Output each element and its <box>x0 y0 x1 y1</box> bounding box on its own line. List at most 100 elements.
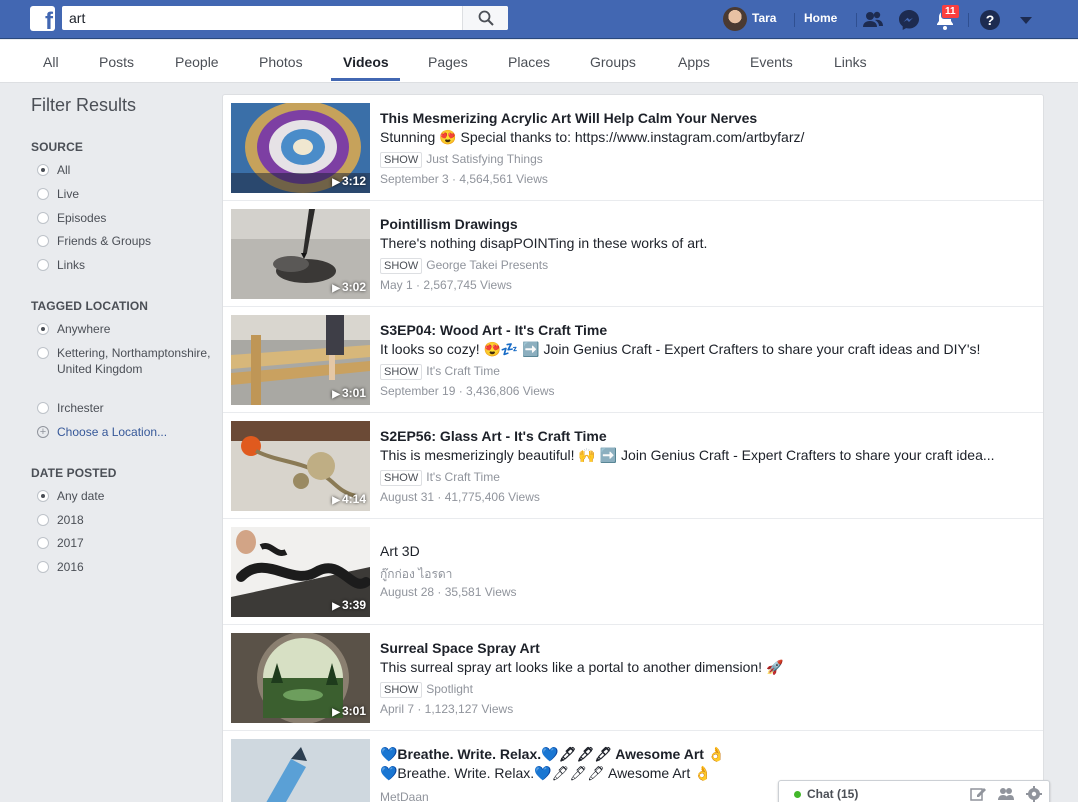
friend-requests-icon[interactable] <box>860 7 886 33</box>
profile-name-link[interactable]: Tara <box>752 11 776 25</box>
channel-name[interactable]: Just Satisfying Things <box>426 152 543 166</box>
video-title[interactable]: This Mesmerizing Acrylic Art Will Help C… <box>380 110 757 126</box>
filter-sidebar: Filter Results SOURCE All Live Episodes … <box>31 95 211 574</box>
list-item[interactable]: 3:01 Surreal Space Spray Art This surrea… <box>223 625 1043 731</box>
tagged-location-heading: TAGGED LOCATION <box>31 299 149 313</box>
video-thumbnail[interactable]: 3:39 <box>231 527 370 617</box>
radio-icon[interactable] <box>37 235 49 247</box>
search-button[interactable] <box>462 6 508 30</box>
video-duration: 3:01 <box>332 386 366 400</box>
tab-links[interactable]: Links <box>834 54 867 70</box>
video-duration: 3:12 <box>332 174 366 188</box>
filter-results-title: Filter Results <box>31 95 137 115</box>
video-description: Stunning 😍 Special thanks to: https://ww… <box>380 129 805 145</box>
video-results-list: 3:12 This Mesmerizing Acrylic Art Will H… <box>222 94 1044 802</box>
nav-divider <box>794 13 795 27</box>
online-status-dot <box>794 791 801 798</box>
video-title[interactable]: Surreal Space Spray Art <box>380 640 540 656</box>
radio-icon[interactable] <box>37 212 49 224</box>
date-posted-heading: DATE POSTED <box>31 466 117 480</box>
tab-events[interactable]: Events <box>750 54 793 70</box>
radio-icon[interactable] <box>37 347 49 359</box>
nav-divider <box>856 13 857 27</box>
radio-checked-icon[interactable] <box>37 164 49 176</box>
list-item[interactable]: 3:01 S3EP04: Wood Art - It's Craft Time … <box>223 307 1043 413</box>
video-title[interactable]: 💙Breathe. Write. Relax.💙🖋🖋🖋 Awesome Art … <box>380 746 725 763</box>
search-box <box>62 6 508 30</box>
avatar[interactable] <box>723 7 747 31</box>
video-description: There's nothing disapPOINTing in these w… <box>380 235 708 251</box>
search-input[interactable] <box>62 6 462 30</box>
nav-divider <box>968 13 969 27</box>
video-show-row: SHOW Spotlight <box>380 682 473 698</box>
list-item[interactable]: 3:39 Art 3D กู๊กก่อง ไอรดา August 28 · 3… <box>223 519 1043 625</box>
gear-icon[interactable] <box>1025 785 1043 802</box>
tab-people[interactable]: People <box>175 54 219 70</box>
radio-icon[interactable] <box>37 514 49 526</box>
new-group-icon[interactable] <box>997 785 1015 802</box>
tab-photos[interactable]: Photos <box>259 54 303 70</box>
video-show-row: SHOW It's Craft Time <box>380 364 500 380</box>
tab-videos[interactable]: Videos <box>343 54 389 70</box>
video-thumbnail[interactable]: 3:12 <box>231 103 370 193</box>
video-duration: 3:01 <box>332 704 366 718</box>
search-icon <box>478 10 494 26</box>
tab-pages[interactable]: Pages <box>428 54 468 70</box>
radio-checked-icon[interactable] <box>37 323 49 335</box>
channel-name[interactable]: Spotlight <box>426 682 473 696</box>
video-thumbnail[interactable]: 3:01 <box>231 315 370 405</box>
facebook-logo-letter: f <box>45 8 53 32</box>
search-tabs-bar: All Posts People Photos Videos Pages Pla… <box>0 40 1078 83</box>
channel-name[interactable]: MetDaan <box>380 790 429 802</box>
video-title[interactable]: Art 3D <box>380 543 420 559</box>
show-tag: SHOW <box>380 682 423 698</box>
radio-icon[interactable] <box>37 188 49 200</box>
channel-name[interactable]: It's Craft Time <box>426 364 500 378</box>
messenger-icon[interactable] <box>896 7 922 33</box>
channel-name[interactable]: กู๊กก่อง ไอรดา <box>380 565 452 584</box>
list-item[interactable]: 3:12 This Mesmerizing Acrylic Art Will H… <box>223 95 1043 201</box>
list-item[interactable]: 4:14 S2EP56: Glass Art - It's Craft Time… <box>223 413 1043 519</box>
video-show-row: SHOW It's Craft Time <box>380 470 500 486</box>
show-tag: SHOW <box>380 152 423 168</box>
video-thumbnail[interactable]: 3:01 <box>231 633 370 723</box>
video-title[interactable]: Pointillism Drawings <box>380 216 518 232</box>
active-tab-indicator <box>331 78 400 81</box>
tab-apps[interactable]: Apps <box>678 54 710 70</box>
calligraphy-pen-thumbnail-image <box>231 739 370 802</box>
show-tag: SHOW <box>380 470 423 486</box>
tab-all[interactable]: All <box>43 54 59 70</box>
radio-icon[interactable] <box>37 402 49 414</box>
list-item[interactable]: 3:02 Pointillism Drawings There's nothin… <box>223 201 1043 307</box>
video-meta: September 19 · 3,436,806 Views <box>380 384 555 398</box>
video-thumbnail[interactable]: 3:02 <box>231 209 370 299</box>
tab-places[interactable]: Places <box>508 54 550 70</box>
video-duration: 3:39 <box>332 598 366 612</box>
help-icon[interactable]: ? <box>977 7 1003 33</box>
compose-message-icon[interactable] <box>969 785 987 802</box>
radio-checked-icon[interactable] <box>37 490 49 502</box>
video-title[interactable]: S3EP04: Wood Art - It's Craft Time <box>380 322 607 338</box>
video-thumbnail[interactable] <box>231 739 370 802</box>
video-description: This surreal spray art looks like a port… <box>380 659 784 675</box>
video-show-row: SHOW Just Satisfying Things <box>380 152 543 168</box>
chevron-down-icon[interactable] <box>1013 7 1039 33</box>
show-tag: SHOW <box>380 364 423 380</box>
video-title[interactable]: S2EP56: Glass Art - It's Craft Time <box>380 428 607 444</box>
tab-groups[interactable]: Groups <box>590 54 636 70</box>
video-duration: 3:02 <box>332 280 366 294</box>
show-tag: SHOW <box>380 258 423 274</box>
video-duration: 4:14 <box>332 492 366 506</box>
radio-icon[interactable] <box>37 259 49 271</box>
home-link[interactable]: Home <box>804 11 837 25</box>
facebook-logo[interactable]: f <box>30 6 55 31</box>
chat-sidebar-bar[interactable]: Chat (15) <box>778 780 1050 802</box>
channel-name[interactable]: George Takei Presents <box>426 258 548 272</box>
radio-icon[interactable] <box>37 561 49 573</box>
chat-label[interactable]: Chat (15) <box>807 787 858 801</box>
video-meta: May 1 · 2,567,745 Views <box>380 278 512 292</box>
radio-icon[interactable] <box>37 537 49 549</box>
channel-name[interactable]: It's Craft Time <box>426 470 500 484</box>
video-thumbnail[interactable]: 4:14 <box>231 421 370 511</box>
tab-posts[interactable]: Posts <box>99 54 134 70</box>
